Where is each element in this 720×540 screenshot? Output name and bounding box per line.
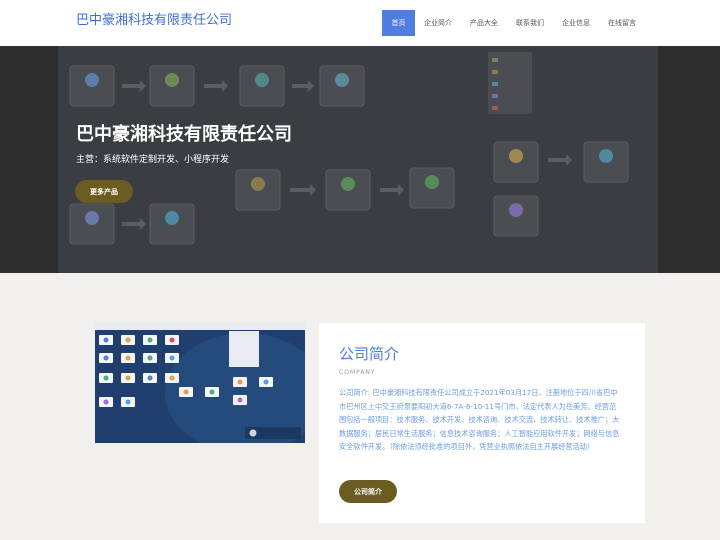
- site-header: 巴中豪湘科技有限责任公司 首页 企业简介 产品大全 联系我们 企业信息 在线留言: [0, 0, 720, 46]
- main-nav: 首页 企业简介 产品大全 联系我们 企业信息 在线留言: [382, 10, 645, 36]
- hero-title: 巴中豪湘科技有限责任公司: [76, 124, 292, 145]
- site-brand[interactable]: 巴中豪湘科技有限责任公司: [76, 9, 232, 28]
- flowchart-screenshot-image: [95, 323, 305, 443]
- company-intro-button[interactable]: 公司简介: [339, 480, 397, 503]
- nav-item-products[interactable]: 产品大全: [461, 10, 507, 36]
- nav-item-contact[interactable]: 联系我们: [507, 10, 553, 36]
- more-products-button[interactable]: 更多产品: [75, 180, 133, 203]
- about-title: 公司简介: [339, 345, 400, 363]
- company-intro-card: 公司简介 COMPANY 公司简介: 巴中豪湘科技有限责任公司成立于2021年0…: [319, 323, 645, 523]
- about-description: 公司简介: 巴中豪湘科技有限责任公司成立于2021年03月17日，注册地位于四川…: [339, 388, 620, 452]
- about-subtitle: COMPANY: [339, 369, 376, 376]
- nav-item-message[interactable]: 在线留言: [599, 10, 645, 36]
- hero-banner: 巴中豪湘科技有限责任公司 主营：系统软件定制开发、小程序开发 更多产品: [0, 46, 720, 273]
- hero-subtitle: 主营：系统软件定制开发、小程序开发: [76, 155, 230, 165]
- company-intro-image: [95, 323, 305, 443]
- nav-item-company-info[interactable]: 企业信息: [553, 10, 599, 36]
- nav-item-company-intro[interactable]: 企业简介: [415, 10, 461, 36]
- nav-item-home[interactable]: 首页: [382, 10, 415, 36]
